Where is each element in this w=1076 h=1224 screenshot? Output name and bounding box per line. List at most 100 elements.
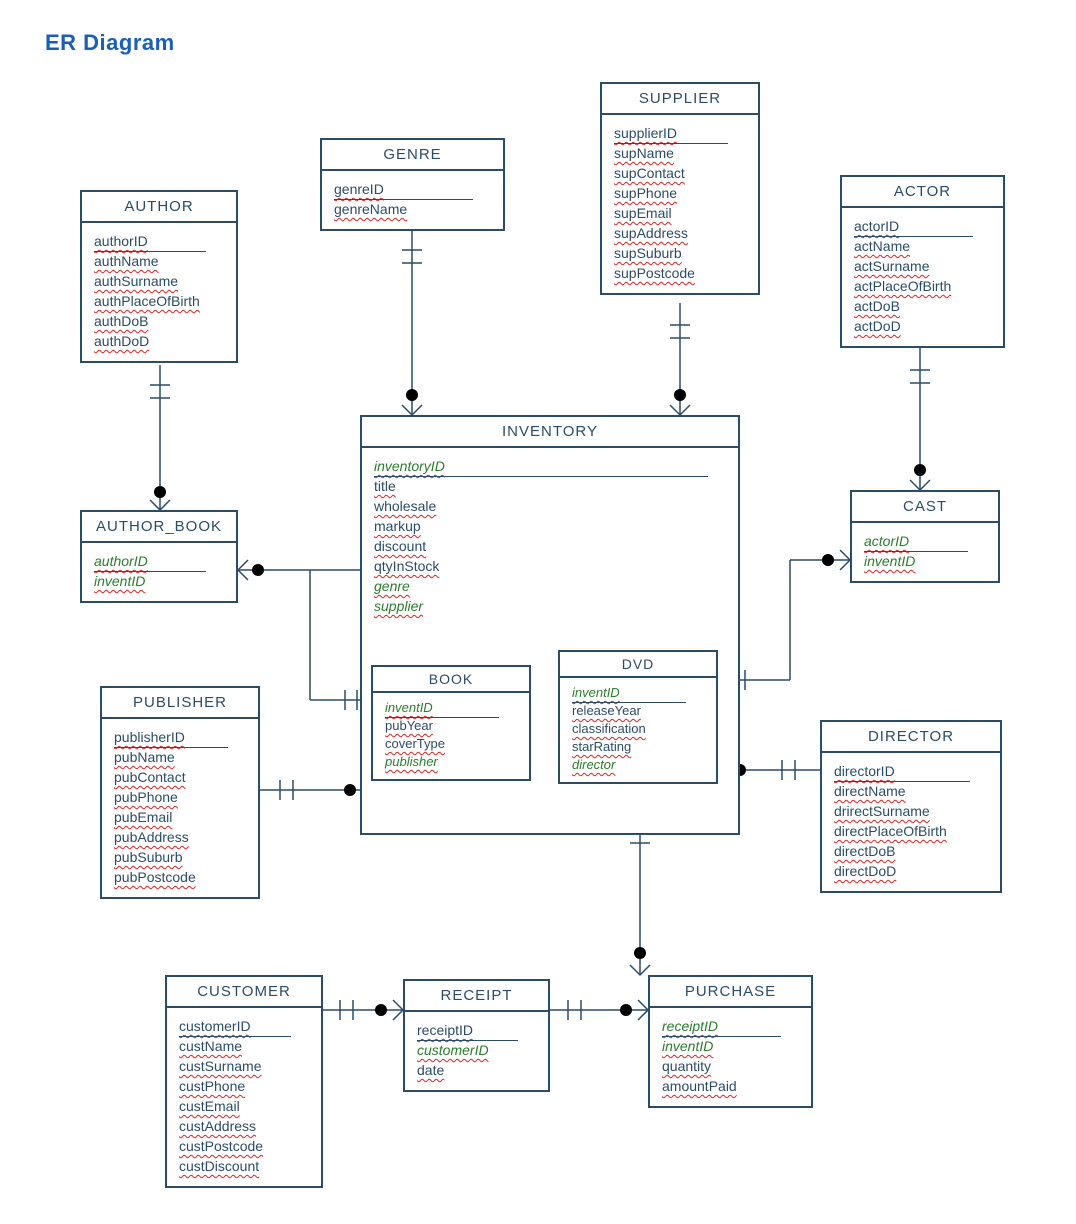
- attr-supplier-supPostcode: supPostcode: [614, 263, 748, 283]
- attr-customer-custSurname: custSurname: [179, 1056, 311, 1076]
- attr-actor-actPlaceOfBirth: actPlaceOfBirth: [854, 276, 993, 296]
- entity-publisher-title: PUBLISHER: [102, 688, 258, 719]
- attr-inventory-wholesale: wholesale: [374, 496, 728, 516]
- attr-genre-genreName: genreName: [334, 199, 493, 219]
- attr-publisher-pubAddress: pubAddress: [114, 827, 248, 847]
- attr-customer-custPhone: custPhone: [179, 1076, 311, 1096]
- attr-director-directPlaceOfBirth: directPlaceOfBirth: [834, 821, 990, 841]
- entity-customer-title: CUSTOMER: [167, 977, 321, 1008]
- attr-publisher-publisherID: publisherID: [114, 727, 248, 747]
- page-title: ER Diagram: [45, 30, 175, 56]
- attr-actor-actDoD: actDoD: [854, 316, 993, 336]
- attr-actor-actSurname: actSurname: [854, 256, 993, 276]
- attr-customer-custAddress: custAddress: [179, 1116, 311, 1136]
- attr-purchase-inventID: inventID: [662, 1036, 801, 1056]
- entity-purchase: PURCHASE receiptID inventID quantity amo…: [648, 975, 813, 1108]
- attr-author-authDoD: authDoD: [94, 331, 226, 351]
- entity-supplier-title: SUPPLIER: [602, 84, 758, 115]
- attr-publisher-pubPostcode: pubPostcode: [114, 867, 248, 887]
- entity-director: DIRECTOR directorID directName drirectSu…: [820, 720, 1002, 893]
- attr-customer-custEmail: custEmail: [179, 1096, 311, 1116]
- attr-book-pubYear: pubYear: [385, 717, 519, 735]
- attr-book-publisher: publisher: [385, 753, 519, 771]
- attr-dvd-starRating: starRating: [572, 738, 706, 756]
- attr-supplier-supEmail: supEmail: [614, 203, 748, 223]
- entity-author-book: AUTHOR_BOOK authorID inventID: [80, 510, 238, 603]
- attr-supplier-supSuburb: supSuburb: [614, 243, 748, 263]
- attr-inventory-markup: markup: [374, 516, 728, 536]
- attr-inventory-qtyInStock: qtyInStock: [374, 556, 728, 576]
- attr-book-inventID: inventID: [385, 699, 519, 717]
- entity-book-title: BOOK: [373, 667, 529, 693]
- entity-publisher: PUBLISHER publisherID pubName pubContact…: [100, 686, 260, 899]
- entity-inventory-title: INVENTORY: [362, 417, 738, 448]
- attr-author-authDoB: authDoB: [94, 311, 226, 331]
- entity-actor-title: ACTOR: [842, 177, 1003, 208]
- entity-receipt: RECEIPT receiptID customerID date: [403, 979, 550, 1092]
- attr-receipt-customerID: customerID: [417, 1040, 538, 1060]
- attr-actor-actorID: actorID: [854, 216, 993, 236]
- attr-customer-customerID: customerID: [179, 1016, 311, 1036]
- entity-book: BOOK inventID pubYear coverType publishe…: [371, 665, 531, 781]
- attr-director-drirectSurname: drirectSurname: [834, 801, 990, 821]
- attr-cast-inventID: inventID: [864, 551, 988, 571]
- attr-author-authPlaceOfBirth: authPlaceOfBirth: [94, 291, 226, 311]
- attr-supplier-supPhone: supPhone: [614, 183, 748, 203]
- entity-genre-title: GENRE: [322, 140, 503, 171]
- attr-dvd-classification: classification: [572, 720, 706, 738]
- attr-publisher-pubContact: pubContact: [114, 767, 248, 787]
- attr-author-authorID: authorID: [94, 231, 226, 251]
- entity-dvd: DVD inventID releaseYear classification …: [558, 650, 718, 784]
- attr-dvd-director: director: [572, 756, 706, 774]
- attr-genre-genreID: genreID: [334, 179, 493, 199]
- entity-cast-title: CAST: [852, 492, 998, 523]
- entity-actor: ACTOR actorID actName actSurname actPlac…: [840, 175, 1005, 348]
- attr-supplier-supContact: supContact: [614, 163, 748, 183]
- entity-receipt-title: RECEIPT: [405, 981, 548, 1012]
- entity-director-title: DIRECTOR: [822, 722, 1000, 753]
- attr-publisher-pubName: pubName: [114, 747, 248, 767]
- attr-customer-custDiscount: custDiscount: [179, 1156, 311, 1176]
- attr-director-directName: directName: [834, 781, 990, 801]
- entity-purchase-title: PURCHASE: [650, 977, 811, 1008]
- attr-supplier-supplierID: supplierID: [614, 123, 748, 143]
- attr-cast-actorID: actorID: [864, 531, 988, 551]
- attr-inventory-inventoryID: inventoryID: [374, 456, 728, 476]
- attr-receipt-date: date: [417, 1060, 538, 1080]
- attr-actor-actDoB: actDoB: [854, 296, 993, 316]
- entity-cast: CAST actorID inventID: [850, 490, 1000, 583]
- attr-purchase-amountPaid: amountPaid: [662, 1076, 801, 1096]
- attr-purchase-quantity: quantity: [662, 1056, 801, 1076]
- entity-author: AUTHOR authorID authName authSurname aut…: [80, 190, 238, 363]
- attr-inventory-supplier: supplier: [374, 596, 728, 616]
- attr-customer-custName: custName: [179, 1036, 311, 1056]
- attr-book-coverType: coverType: [385, 735, 519, 753]
- attr-author-book-authorID: authorID: [94, 551, 226, 571]
- attr-inventory-genre: genre: [374, 576, 728, 596]
- attr-publisher-pubPhone: pubPhone: [114, 787, 248, 807]
- entity-author-book-title: AUTHOR_BOOK: [82, 512, 236, 543]
- entity-author-title: AUTHOR: [82, 192, 236, 223]
- entity-supplier: SUPPLIER supplierID supName supContact s…: [600, 82, 760, 295]
- attr-supplier-supName: supName: [614, 143, 748, 163]
- attr-author-authName: authName: [94, 251, 226, 271]
- attr-supplier-supAddress: supAddress: [614, 223, 748, 243]
- attr-actor-actName: actName: [854, 236, 993, 256]
- attr-dvd-inventID: inventID: [572, 684, 706, 702]
- attr-receipt-receiptID: receiptID: [417, 1020, 538, 1040]
- entity-genre: GENRE genreID genreName: [320, 138, 505, 231]
- attr-director-directorID: directorID: [834, 761, 990, 781]
- attr-director-directDoD: directDoD: [834, 861, 990, 881]
- attr-publisher-pubSuburb: pubSuburb: [114, 847, 248, 867]
- attr-author-authSurname: authSurname: [94, 271, 226, 291]
- entity-dvd-title: DVD: [560, 652, 716, 678]
- entity-customer: CUSTOMER customerID custName custSurname…: [165, 975, 323, 1188]
- attr-publisher-pubEmail: pubEmail: [114, 807, 248, 827]
- attr-director-directDoB: directDoB: [834, 841, 990, 861]
- attr-inventory-discount: discount: [374, 536, 728, 556]
- attr-inventory-title: title: [374, 476, 728, 496]
- attr-author-book-inventID: inventID: [94, 571, 226, 591]
- attr-dvd-releaseYear: releaseYear: [572, 702, 706, 720]
- attr-purchase-receiptID: receiptID: [662, 1016, 801, 1036]
- attr-customer-custPostcode: custPostcode: [179, 1136, 311, 1156]
